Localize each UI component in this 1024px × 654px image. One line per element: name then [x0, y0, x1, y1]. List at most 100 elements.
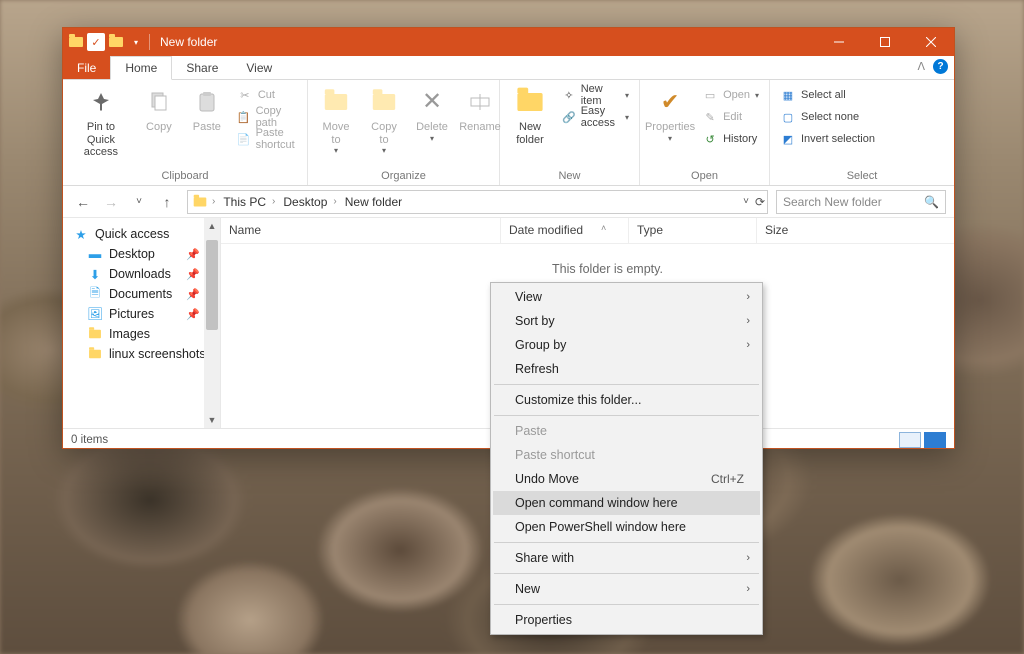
- col-date[interactable]: Date modified: [501, 218, 629, 243]
- pin-icon: 📌: [186, 288, 200, 301]
- qat-customize-icon[interactable]: ▾: [127, 33, 145, 51]
- search-icon: 🔍: [924, 195, 939, 209]
- empty-folder-message: This folder is empty.: [221, 244, 954, 284]
- sidebar-quick-access[interactable]: ★ Quick access: [73, 224, 220, 244]
- edit-button[interactable]: ✎Edit: [696, 106, 765, 128]
- close-button[interactable]: [908, 28, 954, 56]
- tab-home[interactable]: Home: [110, 56, 172, 80]
- maximize-button[interactable]: [862, 28, 908, 56]
- sidebar-item-documents[interactable]: 🗎 Documents📌: [73, 284, 220, 304]
- collapse-ribbon-icon[interactable]: ᐱ: [917, 60, 925, 73]
- sidebar-item-downloads[interactable]: ⬇ Downloads📌: [73, 264, 220, 284]
- ctx-paste[interactable]: Paste: [493, 419, 760, 443]
- copy-path-button[interactable]: 📋Copy path: [231, 106, 303, 128]
- addr-folder-icon: [192, 195, 208, 209]
- ctx-undo-move[interactable]: Undo MoveCtrl+Z: [493, 467, 760, 491]
- sidebar-item-desktop[interactable]: ▬ Desktop📌: [73, 244, 220, 264]
- folder-icon: [67, 33, 85, 51]
- invert-selection-button[interactable]: ◩Invert selection: [774, 128, 881, 150]
- icons-view-button[interactable]: [924, 432, 946, 448]
- ctx-properties[interactable]: Properties: [493, 608, 760, 632]
- rename-icon: [464, 86, 496, 118]
- ctx-open-command-window[interactable]: Open command window here: [493, 491, 760, 515]
- ctx-open-powershell[interactable]: Open PowerShell window here: [493, 515, 760, 539]
- rename-button[interactable]: Rename: [456, 82, 504, 134]
- select-none-button[interactable]: ▢Select none: [774, 106, 881, 128]
- pin-to-quickaccess-button[interactable]: Pin to Quick access: [67, 82, 135, 159]
- moveto-icon: [320, 86, 352, 118]
- copy-to-button[interactable]: Copy to▾: [360, 82, 408, 155]
- forward-button[interactable]: →: [99, 190, 123, 214]
- path-icon: 📋: [237, 109, 251, 125]
- details-view-button[interactable]: [899, 432, 921, 448]
- recent-dropdown[interactable]: ˅: [127, 190, 151, 214]
- addr-dropdown-icon[interactable]: ˅: [743, 196, 749, 207]
- scroll-down-icon[interactable]: ▼: [204, 412, 220, 428]
- help-icon[interactable]: ?: [933, 59, 948, 74]
- copyto-icon: [368, 86, 400, 118]
- ctx-refresh[interactable]: Refresh: [493, 357, 760, 381]
- select-all-button[interactable]: ▦Select all: [774, 84, 881, 106]
- col-size[interactable]: Size: [757, 218, 954, 243]
- easy-access-button[interactable]: 🔗Easy access ▾: [556, 106, 635, 128]
- new-folder-button[interactable]: New folder: [504, 82, 556, 146]
- qat-newfolder-icon[interactable]: [107, 33, 125, 51]
- refresh-icon[interactable]: ⟳: [755, 195, 765, 209]
- group-label: Clipboard: [67, 168, 303, 185]
- cut-button[interactable]: ✂Cut: [231, 84, 303, 106]
- scroll-up-icon[interactable]: ▲: [204, 218, 220, 234]
- tab-file[interactable]: File: [63, 56, 110, 79]
- ctx-paste-shortcut[interactable]: Paste shortcut: [493, 443, 760, 467]
- crumb-folder[interactable]: New folder: [343, 195, 404, 209]
- copy-button[interactable]: Copy: [135, 82, 183, 134]
- ctx-share-with[interactable]: Share with›: [493, 546, 760, 570]
- sidebar-item-linux[interactable]: linux screenshots: [73, 344, 220, 364]
- context-menu: View› Sort by› Group by› Refresh Customi…: [490, 282, 763, 635]
- pin-icon: 📌: [186, 268, 200, 281]
- col-type[interactable]: Type: [629, 218, 757, 243]
- window-title: New folder: [160, 35, 217, 49]
- ctx-sortby[interactable]: Sort by›: [493, 309, 760, 333]
- ctx-new[interactable]: New›: [493, 577, 760, 601]
- minimize-button[interactable]: [816, 28, 862, 56]
- up-button[interactable]: ↑: [155, 190, 179, 214]
- pin-icon: [85, 86, 117, 118]
- address-bar[interactable]: › This PC › Desktop › New folder ˅ ⟳: [187, 190, 768, 214]
- search-input[interactable]: Search New folder 🔍: [776, 190, 946, 214]
- new-item-button[interactable]: ✧New item ▾: [556, 84, 635, 106]
- easyaccess-icon: 🔗: [562, 109, 576, 125]
- star-icon: ★: [73, 227, 89, 241]
- move-to-button[interactable]: Move to▾: [312, 82, 360, 155]
- qat-properties-icon[interactable]: ✓: [87, 33, 105, 51]
- ctx-view[interactable]: View›: [493, 285, 760, 309]
- properties-button[interactable]: ✔Properties▾: [644, 82, 696, 143]
- invert-icon: ◩: [780, 131, 796, 147]
- crumb-thispc[interactable]: This PC: [221, 195, 268, 209]
- paste-button[interactable]: Paste: [183, 82, 231, 134]
- folder-icon: [87, 327, 103, 341]
- open-button[interactable]: ▭Open ▾: [696, 84, 765, 106]
- selectnone-icon: ▢: [780, 109, 796, 125]
- newfolder-icon: [514, 86, 546, 118]
- tab-share[interactable]: Share: [172, 56, 232, 79]
- newitem-icon: ✧: [562, 87, 576, 103]
- col-name[interactable]: Name˄: [221, 218, 501, 243]
- folder-icon: [87, 347, 103, 361]
- chevron-right-icon: ›: [746, 583, 750, 595]
- sidebar-item-images[interactable]: Images: [73, 324, 220, 344]
- delete-button[interactable]: ✕Delete▾: [408, 82, 456, 143]
- ctx-groupby[interactable]: Group by›: [493, 333, 760, 357]
- crumb-desktop[interactable]: Desktop: [281, 195, 329, 209]
- ctx-customize[interactable]: Customize this folder...: [493, 388, 760, 412]
- paste-shortcut-button[interactable]: 📄Paste shortcut: [231, 128, 303, 150]
- scroll-thumb[interactable]: [206, 240, 218, 330]
- sidebar-scrollbar[interactable]: ▲ ▼: [204, 218, 220, 428]
- edit-icon: ✎: [702, 109, 718, 125]
- back-button[interactable]: ←: [71, 190, 95, 214]
- sidebar-item-pictures[interactable]: 🖼 Pictures📌: [73, 304, 220, 324]
- chevron-right-icon: ›: [746, 291, 750, 303]
- shortcut-icon: 📄: [237, 131, 251, 147]
- tab-view[interactable]: View: [232, 56, 286, 79]
- history-button[interactable]: ↺History: [696, 128, 765, 150]
- menubar: File Home Share View ᐱ ?: [63, 56, 954, 80]
